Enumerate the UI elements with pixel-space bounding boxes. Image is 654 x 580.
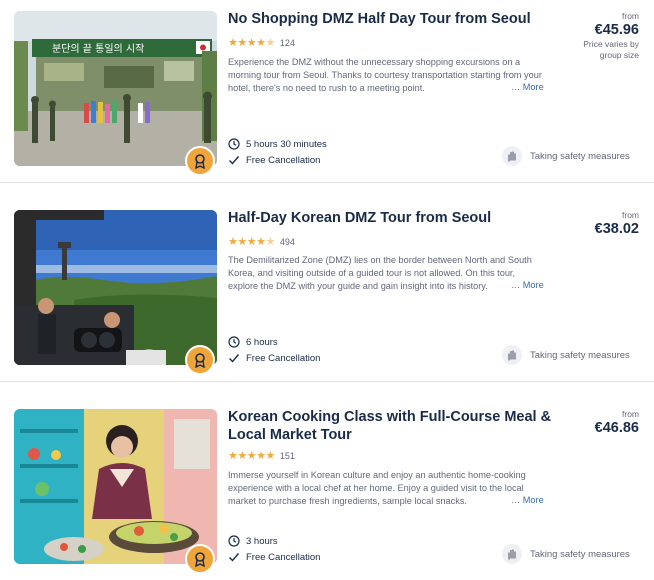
safety-text: Taking safety measures [530, 150, 630, 162]
award-badge-icon [185, 544, 215, 574]
award-badge-icon [185, 345, 215, 375]
tour-title[interactable]: Half-Day Korean DMZ Tour from Seoul [228, 209, 553, 227]
rating: ★★★★★ 151 [228, 449, 295, 462]
price-note: Price varies by group size [583, 39, 639, 60]
clock-icon [228, 535, 240, 547]
duration: 6 hours [228, 336, 278, 348]
star-rating: ★★★★★ [228, 236, 275, 248]
heart-icon[interactable] [207, 226, 217, 365]
divider [0, 381, 654, 382]
tour-card[interactable]: Half-Day Korean DMZ Tour from Seoul ★★★★… [0, 199, 654, 379]
safety-text: Taking safety measures [530, 548, 630, 560]
tour-card[interactable]: 분단의 끝 통일의 시작 No Shopping DMZ Half Day To… [0, 0, 654, 180]
cancellation-text: Free Cancellation [246, 352, 321, 364]
duration: 5 hours 30 minutes [228, 138, 327, 150]
price: €45.96 [594, 22, 639, 38]
tour-title[interactable]: No Shopping DMZ Half Day Tour from Seoul [228, 10, 553, 28]
price-block: from €38.02 [595, 210, 639, 238]
safety-hand-icon [502, 345, 522, 365]
check-icon [229, 553, 240, 562]
price-prefix: from [622, 11, 639, 21]
review-count: 124 [279, 37, 295, 48]
tour-description: Experience the DMZ without the unnecessa… [228, 57, 542, 93]
check-icon [229, 354, 240, 363]
cancellation-text: Free Cancellation [246, 551, 321, 563]
safety-measures[interactable]: Taking safety measures [502, 345, 630, 365]
price: €46.86 [594, 420, 639, 436]
duration-text: 6 hours [246, 336, 278, 348]
price-prefix: from [622, 210, 639, 220]
review-count: 151 [279, 450, 295, 461]
more-link[interactable]: … More [509, 82, 544, 92]
tour-image[interactable] [14, 409, 217, 564]
rating: ★★★★★ 124 [228, 36, 295, 49]
tour-image[interactable]: 분단의 끝 통일의 시작 [14, 11, 217, 166]
sign-text: 분단의 끝 통일의 시작 [52, 43, 144, 55]
free-cancellation: Free Cancellation [228, 551, 320, 563]
safety-hand-icon [502, 544, 522, 564]
tour-card[interactable]: Korean Cooking Class with Full-Course Me… [0, 398, 654, 578]
safety-measures[interactable]: Taking safety measures [502, 146, 630, 166]
observatory-photo [14, 210, 217, 365]
tour-title[interactable]: Korean Cooking Class with Full-Course Me… [228, 408, 553, 444]
tour-image[interactable] [14, 210, 217, 365]
star-rating: ★★★★★ [228, 37, 275, 49]
more-link[interactable]: … More [509, 495, 544, 505]
price-block: from €45.96 Price varies by group size [565, 11, 639, 61]
clock-icon [228, 138, 240, 150]
safety-text: Taking safety measures [530, 349, 630, 361]
price: €38.02 [594, 221, 639, 237]
duration-text: 3 hours [246, 535, 278, 547]
tour-description: Immerse yourself in Korean culture and e… [228, 470, 526, 506]
price-block: from €46.86 [595, 409, 639, 437]
safety-hand-icon [502, 146, 522, 166]
divider [0, 182, 654, 183]
cooking-class-photo [14, 409, 217, 564]
free-cancellation: Free Cancellation [228, 154, 320, 166]
check-icon [229, 156, 240, 165]
cancellation-text: Free Cancellation [246, 154, 321, 166]
tour-description: The Demilitarized Zone (DMZ) lies on the… [228, 255, 532, 291]
more-link[interactable]: … More [509, 280, 544, 290]
review-count: 494 [279, 236, 295, 247]
rating: ★★★★★ 494 [228, 235, 295, 248]
duration-text: 5 hours 30 minutes [246, 138, 327, 150]
dmz-building-photo: 분단의 끝 통일의 시작 [14, 11, 217, 166]
star-rating: ★★★★★ [228, 450, 275, 462]
free-cancellation: Free Cancellation [228, 352, 320, 364]
price-prefix: from [622, 409, 639, 419]
clock-icon [228, 336, 240, 348]
duration: 3 hours [228, 535, 278, 547]
heart-icon[interactable] [207, 27, 217, 166]
heart-icon[interactable] [207, 425, 217, 564]
award-badge-icon [185, 146, 215, 176]
safety-measures[interactable]: Taking safety measures [502, 544, 630, 564]
